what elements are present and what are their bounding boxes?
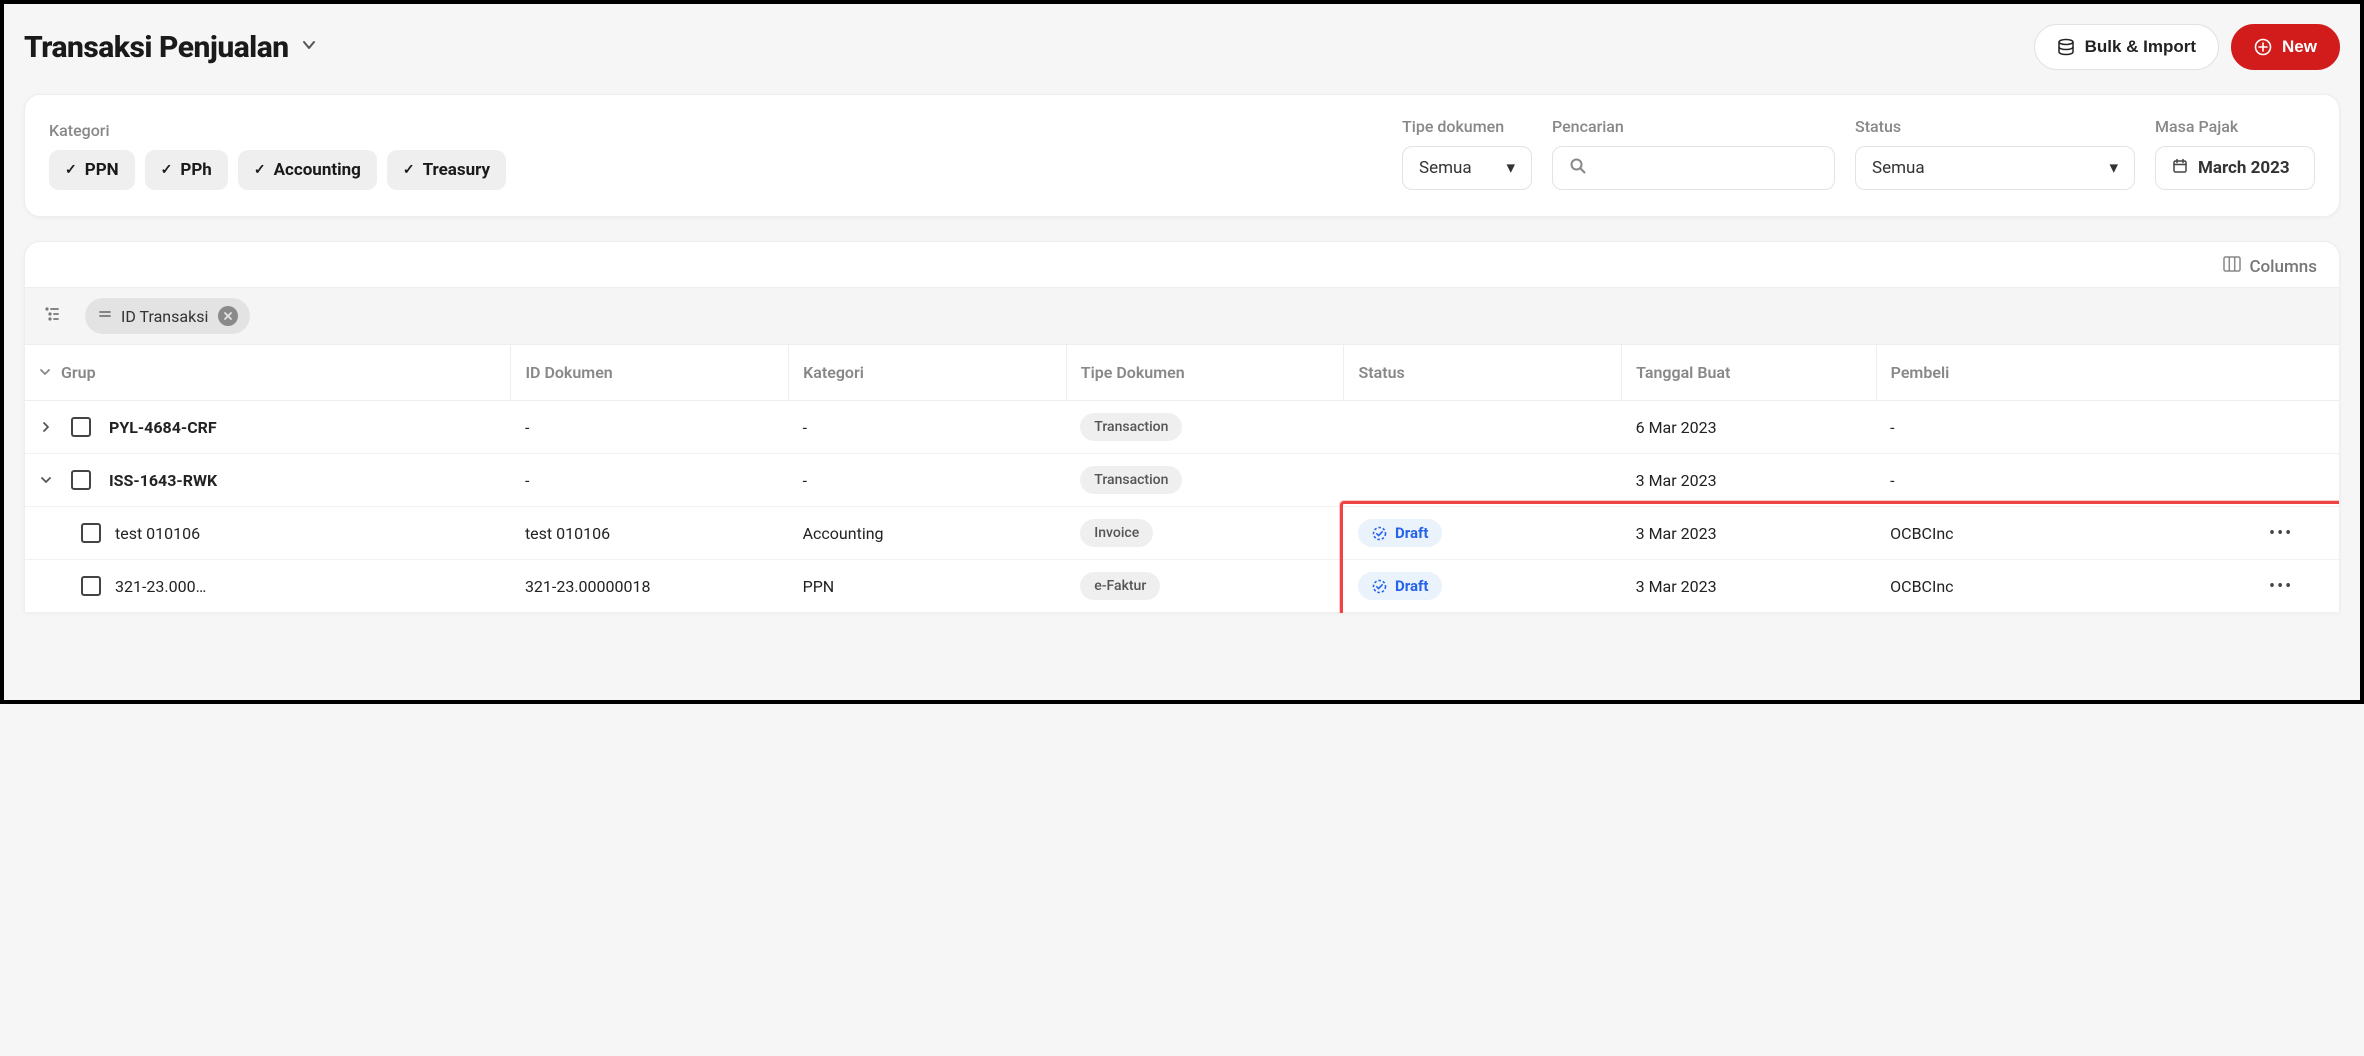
pencarian-label: Pencarian (1552, 117, 1835, 136)
expand-icon[interactable] (39, 418, 53, 437)
tipe-dokumen-badge: Invoice (1080, 519, 1153, 547)
drag-handle-icon (99, 308, 111, 324)
status-label: Status (1855, 117, 2135, 136)
chip-accounting[interactable]: ✓Accounting (238, 150, 377, 190)
bulk-import-label: Bulk & Import (2085, 37, 2196, 57)
table-row[interactable]: 321-23.000… 321-23.00000018PPN e-Faktur Dra… (25, 560, 2339, 613)
check-icon: ✓ (403, 162, 415, 178)
expand-icon[interactable] (39, 471, 53, 490)
table-card: Columns ID Transaksi (24, 241, 2340, 613)
row-actions-icon[interactable]: ••• (2269, 523, 2293, 544)
col-pembeli[interactable]: Pembeli (1876, 345, 2223, 401)
new-label: New (2282, 37, 2317, 57)
caret-down-icon: ▾ (1506, 158, 1515, 178)
check-icon: ✓ (65, 162, 77, 178)
grup-value: ISS-1643-RWK (109, 471, 217, 490)
id-dokumen-value: test 010106 (511, 507, 789, 560)
col-tanggal-buat[interactable]: Tanggal Buat (1622, 345, 1877, 401)
grup-value: 321-23.000… (115, 577, 206, 596)
new-button[interactable]: New (2231, 24, 2340, 70)
col-status[interactable]: Status (1344, 345, 1622, 401)
group-by-bar: ID Transaksi (25, 287, 2339, 345)
draft-icon (1372, 579, 1387, 594)
kategori-value: - (789, 401, 1067, 454)
col-tipe-dokumen[interactable]: Tipe Dokumen (1066, 345, 1344, 401)
row-checkbox[interactable] (71, 417, 91, 437)
tanggal-value: 6 Mar 2023 (1622, 401, 1877, 454)
tanggal-value: 3 Mar 2023 (1622, 454, 1877, 507)
id-dokumen-value: 321-23.00000018 (511, 560, 789, 613)
database-icon (2057, 38, 2075, 56)
tipe-dokumen-select[interactable]: Semua ▾ (1402, 146, 1532, 190)
tipe-dokumen-badge: e-Faktur (1080, 572, 1160, 600)
group-tree-icon (43, 305, 61, 327)
calendar-icon (2172, 158, 2188, 179)
kategori-label: Kategori (49, 121, 1382, 140)
columns-button[interactable]: Columns (2223, 256, 2317, 277)
col-kategori[interactable]: Kategori (789, 345, 1067, 401)
row-actions-icon[interactable]: ••• (2269, 576, 2293, 597)
kategori-value: Accounting (789, 507, 1067, 560)
columns-icon (2223, 256, 2241, 277)
row-checkbox[interactable] (71, 470, 91, 490)
col-grup[interactable]: Grup (61, 363, 96, 382)
chip-ppn[interactable]: ✓PPN (49, 150, 135, 190)
draft-icon (1372, 526, 1387, 541)
search-icon (1569, 157, 1587, 180)
pembeli-value: - (1876, 401, 2223, 454)
check-icon: ✓ (254, 162, 266, 178)
grup-value: PYL-4684-CRF (109, 418, 217, 437)
tipe-dokumen-badge: Transaction (1080, 413, 1182, 441)
tipe-dokumen-badge: Transaction (1080, 466, 1182, 494)
check-icon: ✓ (161, 162, 173, 178)
id-dokumen-value: - (511, 454, 789, 507)
id-dokumen-value: - (511, 401, 789, 454)
row-checkbox[interactable] (81, 576, 101, 596)
table-row[interactable]: PYL-4684-CRF--Transaction6 Mar 2023- (25, 401, 2339, 454)
tanggal-value: 3 Mar 2023 (1622, 507, 1877, 560)
pembeli-value: - (1876, 454, 2223, 507)
col-id-dokumen[interactable]: ID Dokumen (511, 345, 789, 401)
masa-pajak-select[interactable]: March 2023 (2155, 146, 2315, 190)
status-badge: Draft (1358, 572, 1442, 600)
plus-circle-icon (2254, 38, 2272, 56)
collapse-all-icon[interactable] (39, 363, 51, 382)
kategori-value: - (789, 454, 1067, 507)
pembeli-value: OCBCInc (1876, 507, 2223, 560)
pembeli-value: OCBCInc (1876, 560, 2223, 613)
status-badge: Draft (1358, 519, 1442, 547)
chip-pph[interactable]: ✓PPh (145, 150, 228, 190)
group-by-chip[interactable]: ID Transaksi (85, 298, 250, 334)
row-checkbox[interactable] (81, 523, 101, 543)
search-input[interactable] (1597, 158, 1818, 178)
chip-treasury[interactable]: ✓Treasury (387, 150, 506, 190)
tanggal-value: 3 Mar 2023 (1622, 560, 1877, 613)
tipe-dokumen-label: Tipe dokumen (1402, 117, 1532, 136)
kategori-value: PPN (789, 560, 1067, 613)
search-input-wrap (1552, 146, 1835, 190)
table-row[interactable]: test 010106test 010106AccountingInvoiceD… (25, 507, 2339, 560)
table-row[interactable]: ISS-1643-RWK--Transaction3 Mar 2023- (25, 454, 2339, 507)
status-select[interactable]: Semua ▾ (1855, 146, 2135, 190)
caret-down-icon: ▾ (2109, 158, 2118, 178)
grup-value: test 010106 (115, 524, 200, 543)
close-icon[interactable] (218, 306, 238, 326)
masa-pajak-label: Masa Pajak (2155, 117, 2315, 136)
bulk-import-button[interactable]: Bulk & Import (2034, 24, 2219, 70)
title-dropdown-icon[interactable] (301, 37, 317, 57)
page-title: Transaksi Penjualan (24, 30, 289, 65)
filters-card: Kategori ✓PPN ✓PPh ✓Accounting ✓Treasury… (24, 94, 2340, 217)
